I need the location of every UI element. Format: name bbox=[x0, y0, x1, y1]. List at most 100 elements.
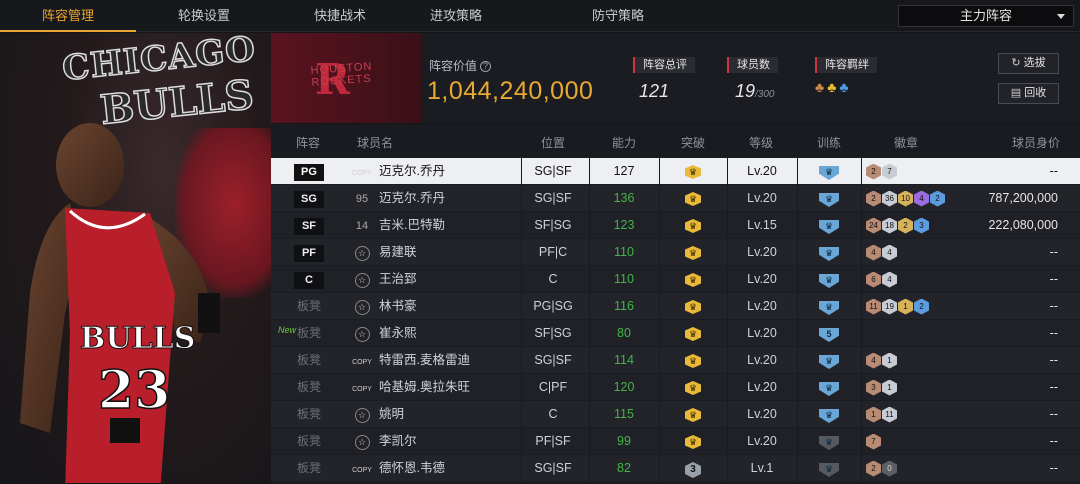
breakthrough-cell[interactable]: ♛ bbox=[661, 158, 725, 185]
badge-hex-icon[interactable]: 7 bbox=[866, 433, 881, 450]
breakthrough-cell[interactable]: ♛ bbox=[661, 320, 725, 347]
badge-hex-icon[interactable]: 6 bbox=[866, 271, 881, 288]
player-name[interactable]: 特雷西.麦格雷迪 bbox=[379, 347, 519, 374]
badge-hex-icon[interactable]: 11 bbox=[882, 406, 897, 423]
table-row[interactable]: PG COPY 迈克尔.乔丹 SG|SF 127 ♛ Lv.20 ♛ 2 7 -- bbox=[271, 158, 1080, 185]
badge-hex-icon[interactable]: 3 bbox=[914, 217, 929, 234]
breakthrough-cell[interactable]: ♛ bbox=[661, 185, 725, 212]
badge-hex-icon[interactable]: 2 bbox=[914, 298, 929, 315]
breakthrough-cell[interactable]: ♛ bbox=[661, 266, 725, 293]
table-row[interactable]: PF ☆ 易建联 PF|C 110 ♛ Lv.20 ♛ 4 4 -- bbox=[271, 239, 1080, 266]
tab-defense-strategy[interactable]: 防守策略 bbox=[550, 0, 686, 32]
breakthrough-cell[interactable]: ♛ bbox=[661, 401, 725, 428]
slot-cell[interactable]: 板凳 bbox=[289, 347, 329, 374]
badge-hex-icon[interactable]: 2 bbox=[866, 190, 881, 207]
lineup-dropdown[interactable]: 主力阵容 bbox=[898, 5, 1074, 27]
slot-cell[interactable]: 板凳 bbox=[289, 374, 329, 401]
table-row[interactable]: SG 95 迈克尔.乔丹 SG|SF 136 ♛ Lv.20 ♛ 2 36 10 4 2 787,200,… bbox=[271, 185, 1080, 212]
badge-hex-icon[interactable]: 1 bbox=[898, 298, 913, 315]
player-name[interactable]: 迈克尔.乔丹 bbox=[379, 185, 519, 212]
badge-list[interactable]: 11 19 1 2 bbox=[866, 293, 929, 320]
training-cell[interactable]: ♛ bbox=[799, 428, 859, 455]
badge-hex-icon[interactable]: 4 bbox=[882, 271, 897, 288]
badge-hex-icon[interactable]: 3 bbox=[866, 379, 881, 396]
breakthrough-cell[interactable]: ♛ bbox=[661, 347, 725, 374]
badge-hex-icon[interactable]: 19 bbox=[882, 298, 897, 315]
table-row[interactable]: 板凳 ☆ 林书豪 PG|SG 116 ♛ Lv.20 ♛ 11 19 1 2 -- bbox=[271, 293, 1080, 320]
training-cell[interactable]: ♛ bbox=[799, 293, 859, 320]
slot-cell[interactable]: PG bbox=[289, 158, 329, 185]
player-name[interactable]: 崔永熙 bbox=[379, 320, 519, 347]
position-slot-badge[interactable]: PF bbox=[294, 245, 324, 262]
slot-cell[interactable]: 板凳 bbox=[289, 428, 329, 455]
training-cell[interactable]: ♛ bbox=[799, 401, 859, 428]
tab-lineup-management[interactable]: 阵容管理 bbox=[0, 0, 136, 32]
player-name[interactable]: 王治郅 bbox=[379, 266, 519, 293]
position-slot-badge[interactable]: PG bbox=[294, 164, 324, 181]
breakthrough-cell[interactable]: ♛ bbox=[661, 374, 725, 401]
badge-list[interactable]: 7 bbox=[866, 428, 881, 455]
badge-list[interactable]: 20 bbox=[866, 455, 897, 482]
player-name[interactable]: 林书豪 bbox=[379, 293, 519, 320]
slot-cell[interactable]: 板凳 bbox=[289, 293, 329, 320]
badge-hex-icon[interactable]: 11 bbox=[866, 298, 881, 315]
badge-hex-icon[interactable]: 18 bbox=[882, 217, 897, 234]
player-name[interactable]: 李凯尔 bbox=[379, 428, 519, 455]
help-icon[interactable]: ? bbox=[480, 61, 492, 72]
badge-list[interactable]: 64 bbox=[866, 266, 897, 293]
badge-list[interactable]: 31 bbox=[866, 374, 897, 401]
badge-hex-icon[interactable]: 24 bbox=[866, 217, 881, 234]
player-name[interactable]: 迈克尔.乔丹 bbox=[379, 158, 519, 185]
badge-hex-icon[interactable]: 2 bbox=[898, 217, 913, 234]
training-cell[interactable]: ♛ bbox=[799, 239, 859, 266]
table-row[interactable]: 板凳 New ☆ 崔永熙 SF|SG 80 ♛ Lv.20 5 -- bbox=[271, 320, 1080, 347]
slot-cell[interactable]: PF bbox=[289, 239, 329, 266]
position-slot-badge[interactable]: SF bbox=[294, 218, 324, 235]
breakthrough-cell[interactable]: 3 bbox=[661, 455, 725, 482]
bond-icon-bronze[interactable]: ♣ bbox=[815, 79, 824, 95]
player-name[interactable]: 哈基姆.奥拉朱旺 bbox=[379, 374, 519, 401]
training-cell[interactable]: ♛ bbox=[799, 266, 859, 293]
player-name[interactable]: 德怀恩.韦德 bbox=[379, 455, 519, 482]
table-row[interactable]: SF 14 吉米.巴特勒 SF|SG 123 ♛ Lv.15 ♛ 24 18 2 3 222,080,0… bbox=[271, 212, 1080, 239]
badge-hex-icon[interactable]: 36 bbox=[882, 190, 897, 207]
badge-hex-icon[interactable]: 4 bbox=[866, 244, 881, 261]
slot-cell[interactable]: 板凳 bbox=[289, 455, 329, 482]
bond-icon-blue[interactable]: ♣ bbox=[839, 79, 848, 95]
training-cell[interactable]: ♛ bbox=[799, 374, 859, 401]
player-name[interactable]: 姚明 bbox=[379, 401, 519, 428]
training-cell[interactable]: 5 bbox=[799, 320, 859, 347]
badge-hex-icon[interactable]: 4 bbox=[882, 244, 897, 261]
breakthrough-cell[interactable]: ♛ bbox=[661, 428, 725, 455]
player-name[interactable]: 易建联 bbox=[379, 239, 519, 266]
badge-hex-icon[interactable]: 4 bbox=[866, 352, 881, 369]
table-row[interactable]: 板凳 COPY 特雷西.麦格雷迪 SG|SF 114 ♛ Lv.20 ♛ 4 1 -- bbox=[271, 347, 1080, 374]
badge-list[interactable]: 24 18 2 3 bbox=[866, 212, 929, 239]
player-name[interactable]: 吉米.巴特勒 bbox=[379, 212, 519, 239]
table-row[interactable]: C ☆ 王治郅 C 110 ♛ Lv.20 ♛ 6 4 -- bbox=[271, 266, 1080, 293]
badge-hex-icon[interactable]: 2 bbox=[930, 190, 945, 207]
bond-icons[interactable]: ♣ ♣ ♣ bbox=[815, 79, 877, 95]
breakthrough-cell[interactable]: ♛ bbox=[661, 239, 725, 266]
badge-hex-icon[interactable]: 1 bbox=[866, 406, 881, 423]
badge-hex-icon[interactable]: 1 bbox=[882, 379, 897, 396]
slot-cell[interactable]: SG bbox=[289, 185, 329, 212]
badge-hex-icon[interactable]: 1 bbox=[882, 352, 897, 369]
training-cell[interactable]: ♛ bbox=[799, 347, 859, 374]
badge-list[interactable]: 27 bbox=[866, 158, 897, 185]
training-cell[interactable]: ♛ bbox=[799, 455, 859, 482]
tab-offense-strategy[interactable]: 进攻策略 bbox=[388, 0, 524, 32]
training-cell[interactable]: ♛ bbox=[799, 212, 859, 239]
select-button[interactable]: ↻ 选拔 bbox=[998, 53, 1059, 74]
position-slot-badge[interactable]: SG bbox=[294, 191, 324, 208]
badge-list[interactable]: 1 11 bbox=[866, 401, 897, 428]
table-row[interactable]: 板凳 ☆ 姚明 C 115 ♛ Lv.20 ♛ 1 11 -- bbox=[271, 401, 1080, 428]
badge-list[interactable]: 44 bbox=[866, 239, 897, 266]
slot-cell[interactable]: SF bbox=[289, 212, 329, 239]
bond-icon-gold[interactable]: ♣ bbox=[827, 79, 836, 95]
breakthrough-cell[interactable]: ♛ bbox=[661, 293, 725, 320]
badge-hex-icon[interactable]: 2 bbox=[866, 163, 881, 180]
badge-hex-icon[interactable]: 7 bbox=[882, 163, 897, 180]
tab-rotation-settings[interactable]: 轮换设置 bbox=[136, 0, 272, 32]
breakthrough-cell[interactable]: ♛ bbox=[661, 212, 725, 239]
